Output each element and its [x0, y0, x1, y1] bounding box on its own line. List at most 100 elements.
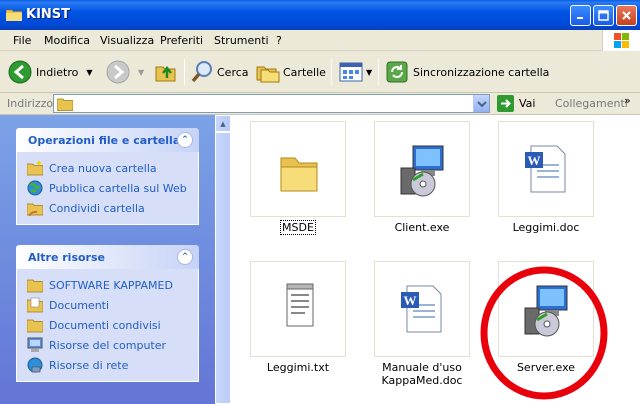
- chevron-down-icon[interactable]: ▼: [86, 68, 92, 77]
- place-label: SOFTWARE KAPPAMED: [49, 278, 173, 292]
- task-publish-web[interactable]: Pubblica cartella sul Web: [17, 178, 198, 198]
- place-label: Risorse di rete: [49, 358, 129, 372]
- shared-documents-icon: [27, 319, 43, 333]
- file-thumbnail: [250, 121, 346, 217]
- address-bar: Indirizzo Vai Collegamenti »: [0, 93, 640, 115]
- folders-button[interactable]: Cartelle: [256, 59, 326, 85]
- installer-icon: [524, 285, 568, 337]
- other-places-list: SOFTWARE KAPPAMED Documenti Documenti co…: [16, 269, 199, 382]
- toolbar-separator: [331, 59, 332, 85]
- menu-bar: File Modifica Visualizza Preferiti Strum…: [0, 30, 640, 51]
- installer-icon: [400, 145, 444, 197]
- go-arrow-icon: [497, 95, 514, 112]
- place-shared-documents[interactable]: Documenti condivisi: [17, 315, 198, 335]
- toolbar: Indietro ▼ ▼ Cerca Cartelle ▼ Sincronizz…: [0, 51, 640, 93]
- back-label: Indietro: [36, 65, 79, 79]
- window-title: KINST: [26, 7, 71, 22]
- chevron-down-icon[interactable]: ▼: [138, 68, 144, 77]
- place-my-computer[interactable]: Risorse del computer: [17, 335, 198, 355]
- minimize-button[interactable]: [570, 5, 591, 26]
- file-thumbnail: W: [374, 261, 470, 357]
- network-icon: [27, 357, 43, 373]
- maximize-button[interactable]: [593, 5, 614, 26]
- scroll-up-icon[interactable]: ▲: [215, 115, 231, 132]
- task-pane: Operazioni file e cartella ⌃ Crea nuova …: [0, 115, 215, 404]
- file-ops-box: Operazioni file e cartella ⌃ Crea nuova …: [16, 128, 199, 225]
- file-name: Client.exe: [394, 221, 450, 234]
- go-button[interactable]: Vai: [497, 95, 535, 112]
- address-dropdown[interactable]: [473, 95, 489, 112]
- place-software-kappamed[interactable]: SOFTWARE KAPPAMED: [17, 275, 198, 295]
- chevron-down-icon[interactable]: ▼: [366, 68, 372, 77]
- title-bar[interactable]: KINST: [0, 0, 640, 30]
- folder-up-icon: [155, 65, 176, 82]
- new-folder-icon: [27, 160, 43, 176]
- links-label[interactable]: Collegamenti: [555, 97, 628, 110]
- globe-icon: [27, 180, 43, 196]
- file-name: Leggimi.txt: [266, 361, 330, 374]
- documents-folder-icon: [27, 297, 43, 313]
- task-label: Crea nuova cartella: [49, 161, 157, 175]
- search-label: Cerca: [217, 65, 249, 79]
- scroll-thumb[interactable]: [215, 132, 231, 404]
- close-button[interactable]: [616, 5, 637, 26]
- up-folder-button[interactable]: [155, 59, 177, 85]
- menu-help[interactable]: ?: [276, 34, 282, 47]
- windows-flag-icon: [614, 33, 629, 48]
- views-icon: [339, 62, 363, 82]
- place-label: Documenti condivisi: [49, 318, 161, 332]
- shared-folder-icon: [27, 203, 43, 216]
- folder-icon: [57, 98, 73, 111]
- menu-preferiti[interactable]: Preferiti: [160, 34, 203, 47]
- file-thumbnail: [374, 121, 470, 217]
- back-arrow-icon: [8, 60, 32, 84]
- folders-label: Cartelle: [283, 65, 326, 79]
- word-document-icon: W: [401, 285, 442, 333]
- address-label: Indirizzo: [7, 97, 54, 110]
- toolbar-separator: [378, 59, 379, 85]
- file-name: MSDE: [280, 220, 316, 235]
- file-name: Server.exe: [516, 361, 576, 374]
- file-thumbnail: [250, 261, 346, 357]
- place-network[interactable]: Risorse di rete: [17, 355, 198, 375]
- search-button[interactable]: Cerca: [190, 59, 249, 85]
- task-label: Pubblica cartella sul Web: [49, 181, 187, 195]
- back-button[interactable]: Indietro ▼: [8, 59, 93, 85]
- collapse-up-icon[interactable]: ⌃: [177, 249, 193, 265]
- file-thumbnail: W: [498, 121, 594, 217]
- address-input[interactable]: [53, 94, 490, 113]
- menu-modifica[interactable]: Modifica: [44, 34, 90, 47]
- vertical-scrollbar[interactable]: ▲: [215, 115, 231, 404]
- folders-icon: [256, 66, 280, 83]
- svg-text:W: W: [528, 153, 541, 168]
- place-documents[interactable]: Documenti: [17, 295, 198, 315]
- other-places-header[interactable]: Altre risorse ⌃: [16, 245, 199, 269]
- sync-button[interactable]: Sincronizzazione cartella: [385, 59, 549, 85]
- svg-text:W: W: [404, 293, 417, 308]
- menu-strumenti[interactable]: Strumenti: [214, 34, 269, 47]
- forward-button[interactable]: ▼: [106, 59, 144, 85]
- file-thumbnail: [498, 261, 594, 357]
- collapse-up-icon[interactable]: ⌃: [177, 132, 193, 148]
- chevron-right-double-icon[interactable]: »: [624, 94, 631, 107]
- place-label: Documenti: [49, 298, 110, 312]
- task-share-folder[interactable]: Condividi cartella: [17, 198, 198, 218]
- sync-label: Sincronizzazione cartella: [413, 65, 550, 79]
- file-name: Manuale d'uso KappaMed.doc: [381, 361, 463, 387]
- task-new-folder[interactable]: Crea nuova cartella: [17, 158, 198, 178]
- computer-icon: [27, 337, 43, 352]
- file-list: MSDE Client.exe W Leggimi.doc Leggimi.tx…: [231, 115, 640, 404]
- forward-arrow-icon: [106, 60, 130, 84]
- task-label: Condividi cartella: [49, 201, 145, 215]
- close-icon: [622, 11, 631, 20]
- maximize-icon: [598, 10, 609, 21]
- menu-visualizza[interactable]: Visualizza: [100, 34, 154, 47]
- menu-file[interactable]: File: [13, 34, 31, 47]
- windows-logo: [602, 30, 640, 51]
- folder-icon: [27, 279, 43, 293]
- folder-icon: [6, 9, 22, 21]
- views-button[interactable]: ▼: [339, 59, 372, 85]
- file-ops-header[interactable]: Operazioni file e cartella ⌃: [16, 128, 199, 152]
- minimize-icon: [577, 17, 583, 19]
- word-document-icon: W: [525, 145, 566, 193]
